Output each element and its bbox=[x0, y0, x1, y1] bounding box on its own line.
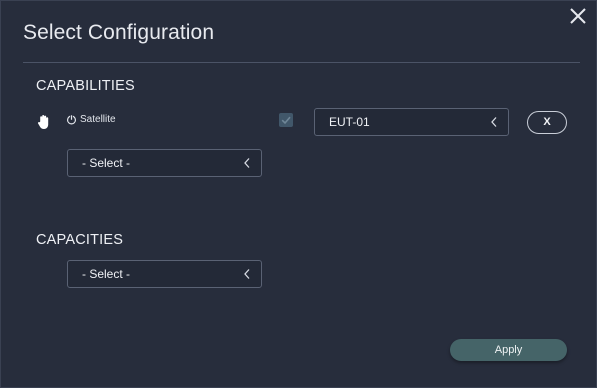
power-icon bbox=[66, 114, 77, 125]
close-icon[interactable] bbox=[568, 6, 588, 26]
capability-checkbox[interactable] bbox=[279, 113, 293, 127]
capacities-select[interactable]: - Select - bbox=[67, 260, 262, 288]
capability-label: Satellite bbox=[80, 114, 116, 125]
capability-item-select-value: EUT-01 bbox=[329, 115, 370, 129]
capacities-heading: CAPACITIES bbox=[36, 232, 124, 248]
capabilities-select[interactable]: - Select - bbox=[67, 149, 262, 177]
chevron-left-icon bbox=[244, 158, 250, 168]
hand-icon[interactable] bbox=[37, 114, 51, 130]
chevron-left-icon bbox=[244, 269, 250, 279]
apply-button[interactable]: Apply bbox=[450, 339, 567, 361]
capability-item-satellite: Satellite bbox=[66, 114, 116, 125]
checkmark-icon bbox=[281, 116, 291, 125]
capabilities-select-value: - Select - bbox=[82, 156, 131, 170]
title-divider bbox=[23, 62, 580, 63]
capabilities-heading: CAPABILITIES bbox=[36, 78, 135, 94]
capacities-select-value: - Select - bbox=[82, 267, 131, 281]
chevron-left-icon bbox=[491, 117, 497, 127]
remove-capability-button[interactable]: X bbox=[527, 111, 567, 134]
capability-item-select[interactable]: EUT-01 bbox=[314, 108, 509, 136]
dialog-title: Select Configuration bbox=[23, 21, 215, 44]
select-configuration-dialog: Select Configuration CAPABILITIES Satell… bbox=[0, 0, 597, 388]
